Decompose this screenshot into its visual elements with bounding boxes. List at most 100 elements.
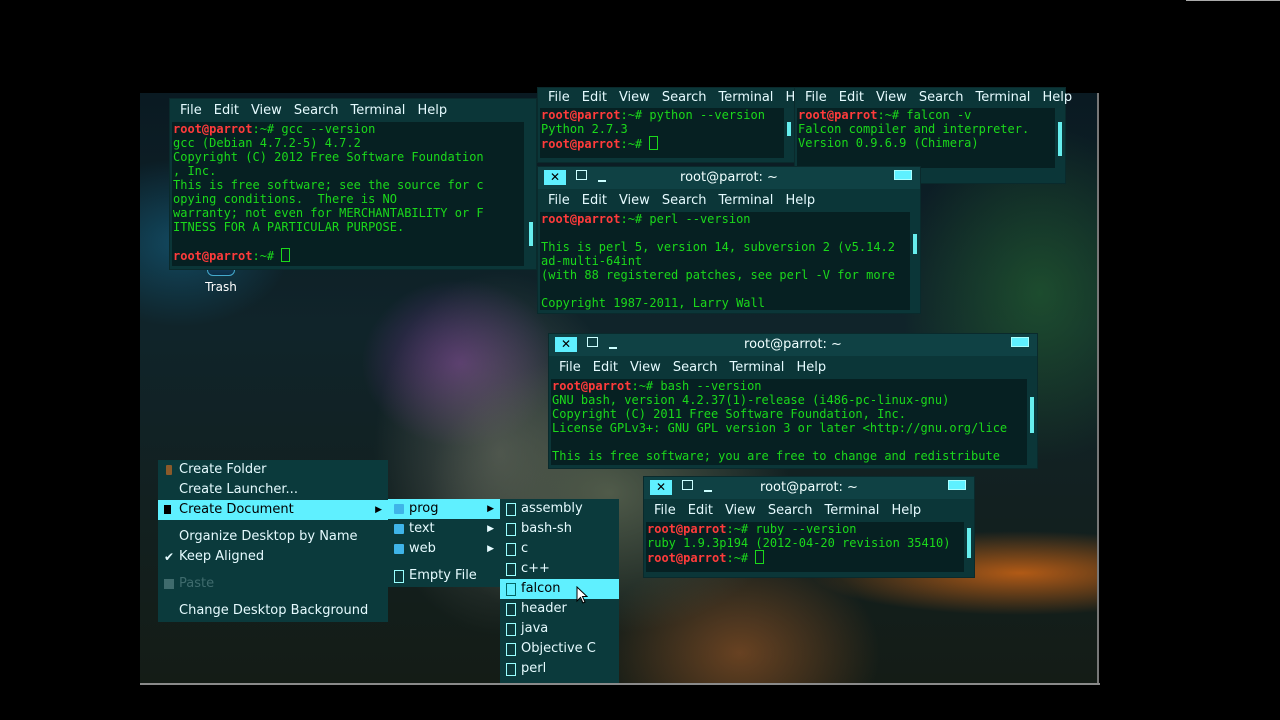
prog-item-falcon[interactable]: falcon: [500, 579, 619, 599]
menu-create-folder[interactable]: Create Folder: [158, 460, 388, 480]
prog-item-bash-sh[interactable]: bash-sh: [500, 519, 619, 539]
menu-help[interactable]: Help: [790, 360, 832, 375]
submenu-arrow-icon: ▶: [487, 544, 494, 554]
file-icon: [506, 623, 516, 636]
submenu-text[interactable]: text ▶: [388, 519, 500, 539]
document-icon: [164, 505, 171, 514]
terminal-line: root@parrot:~# ruby --version: [647, 522, 964, 536]
menu-search[interactable]: Search: [913, 90, 970, 105]
prog-item-perl[interactable]: perl: [500, 659, 619, 679]
menu-create-launcher[interactable]: Create Launcher...: [158, 480, 388, 500]
shell-prompt: root@parrot: [173, 122, 253, 136]
menu-keep-aligned[interactable]: ✔ Keep Aligned: [158, 547, 388, 567]
shell-command: :~# gcc --version: [252, 122, 376, 136]
terminal-output[interactable]: root@parrot:~# ruby --version ruby 1.9.3p…: [646, 522, 964, 572]
menu-view[interactable]: View: [613, 90, 656, 105]
terminal-line: root@parrot:~# perl --version: [541, 212, 910, 226]
prog-item-c[interactable]: c: [500, 539, 619, 559]
menu-edit[interactable]: Edit: [208, 103, 245, 118]
terminal-scrollbar[interactable]: [1056, 108, 1064, 168]
terminal-scrollbar[interactable]: [965, 522, 973, 572]
submenu-prog[interactable]: prog ▶: [388, 499, 500, 519]
prog-item-c-[interactable]: c++: [500, 559, 619, 579]
menu-terminal[interactable]: Terminal: [723, 360, 790, 375]
menu-change-background[interactable]: Change Desktop Background: [158, 601, 388, 621]
folder-icon: [394, 524, 404, 534]
menu-file[interactable]: File: [174, 103, 208, 118]
terminal-output[interactable]: root@parrot:~# falcon -v Falcon compiler …: [797, 108, 1055, 168]
terminal-output[interactable]: root@parrot:~# gcc --version gcc (Debian …: [172, 122, 524, 266]
menu-edit[interactable]: Edit: [682, 503, 719, 518]
menu-item-label: Paste: [179, 576, 215, 591]
menu-file[interactable]: File: [799, 90, 833, 105]
menu-create-document[interactable]: Create Document ▶: [158, 500, 388, 520]
menu-search[interactable]: Search: [656, 90, 713, 105]
prog-item-objective-c[interactable]: Objective C: [500, 639, 619, 659]
terminal-gcc[interactable]: File Edit View Search Terminal Help root…: [170, 99, 536, 269]
menu-search[interactable]: Search: [762, 503, 819, 518]
terminal-perl[interactable]: ✕ root@parrot: ~ File Edit View Search T…: [538, 167, 920, 313]
menu-search[interactable]: Search: [667, 360, 724, 375]
menu-view[interactable]: View: [613, 193, 656, 208]
terminal-scrollbar[interactable]: [785, 108, 793, 158]
terminal-titlebar[interactable]: ✕ root@parrot: ~: [549, 334, 1037, 356]
terminal-menubar: File Edit View Search Terminal Help: [170, 99, 536, 121]
terminal-output[interactable]: root@parrot:~# bash --version GNU bash, v…: [551, 379, 1027, 465]
menu-terminal[interactable]: Terminal: [818, 503, 885, 518]
menu-item-label: header: [521, 601, 567, 616]
menu-edit[interactable]: Edit: [833, 90, 870, 105]
menu-edit[interactable]: Edit: [587, 360, 624, 375]
menu-view[interactable]: View: [719, 503, 762, 518]
menu-item-label: web: [409, 541, 436, 556]
file-icon: [506, 503, 516, 516]
window-indicator-icon: [894, 170, 912, 180]
menu-help[interactable]: Help: [1036, 90, 1078, 105]
menu-edit[interactable]: Edit: [576, 193, 613, 208]
shell-prompt: root@parrot: [173, 249, 253, 263]
terminal-titlebar[interactable]: ✕ root@parrot: ~: [538, 167, 920, 189]
menu-item-label: bash-sh: [521, 521, 572, 536]
menu-organize-desktop[interactable]: Organize Desktop by Name: [158, 527, 388, 547]
menu-help[interactable]: Help: [411, 103, 453, 118]
shell-command: :~#: [726, 551, 756, 565]
terminal-bash[interactable]: ✕ root@parrot: ~ File Edit View Search T…: [549, 334, 1037, 468]
shell-prompt: root@parrot: [647, 522, 727, 536]
menu-file[interactable]: File: [542, 90, 576, 105]
menu-view[interactable]: View: [870, 90, 913, 105]
terminal-scrollbar[interactable]: [1028, 379, 1036, 465]
terminal-scrollbar[interactable]: [527, 122, 535, 266]
menu-file[interactable]: File: [648, 503, 682, 518]
menu-view[interactable]: View: [624, 360, 667, 375]
menu-terminal[interactable]: Terminal: [344, 103, 411, 118]
menu-edit[interactable]: Edit: [576, 90, 613, 105]
menu-search[interactable]: Search: [656, 193, 713, 208]
menu-help[interactable]: Help: [779, 193, 821, 208]
prog-item-assembly[interactable]: assembly: [500, 499, 619, 519]
menu-item-label: Keep Aligned: [179, 549, 265, 564]
folder-icon: [166, 465, 172, 475]
menu-file[interactable]: File: [542, 193, 576, 208]
menu-terminal[interactable]: Terminal: [712, 90, 779, 105]
menu-terminal[interactable]: Terminal: [712, 193, 779, 208]
shell-command: :~#: [252, 249, 282, 263]
menu-search[interactable]: Search: [288, 103, 345, 118]
menu-terminal[interactable]: Terminal: [969, 90, 1036, 105]
terminal-scrollbar[interactable]: [911, 212, 919, 310]
menu-view[interactable]: View: [245, 103, 288, 118]
menu-item-label: assembly: [521, 501, 583, 516]
terminal-output[interactable]: root@parrot:~# perl --version This is pe…: [540, 212, 910, 310]
terminal-titlebar[interactable]: ✕ root@parrot: ~: [644, 477, 974, 499]
prog-item-java[interactable]: java: [500, 619, 619, 639]
menu-file[interactable]: File: [553, 360, 587, 375]
menu-paste: Paste: [158, 574, 388, 594]
prog-item-header[interactable]: header: [500, 599, 619, 619]
submenu-empty-file[interactable]: Empty File: [388, 566, 500, 586]
terminal-python[interactable]: File Edit View Search Terminal Help root…: [538, 88, 815, 162]
text-cursor: [649, 136, 659, 150]
terminal-output[interactable]: root@parrot:~# python --version Python 2.…: [540, 108, 784, 158]
shell-prompt: root@parrot: [798, 108, 878, 122]
shell-command: :~# python --version: [620, 108, 765, 122]
terminal-ruby[interactable]: ✕ root@parrot: ~ File Edit View Search T…: [644, 477, 974, 577]
submenu-web[interactable]: web ▶: [388, 539, 500, 559]
menu-help[interactable]: Help: [885, 503, 927, 518]
